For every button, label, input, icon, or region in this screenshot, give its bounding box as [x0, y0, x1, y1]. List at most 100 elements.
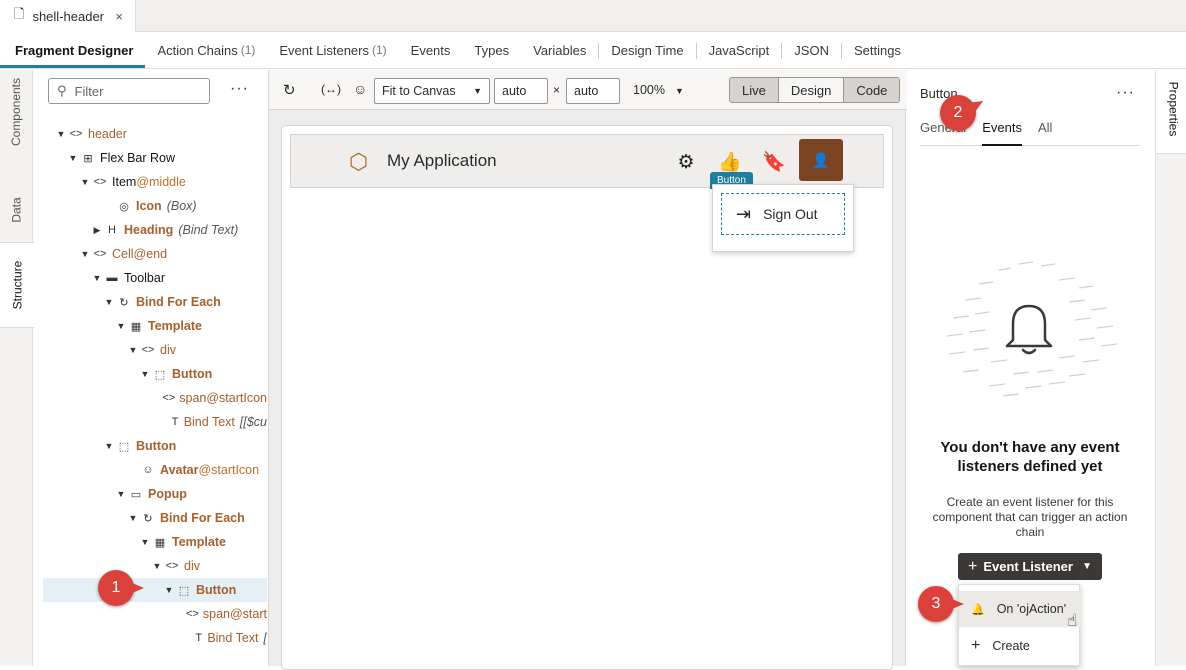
mode-live-button[interactable]: Live — [730, 78, 778, 102]
rail-tab-properties[interactable]: Properties — [1156, 70, 1186, 154]
tree-row[interactable]: ▼▦Template — [34, 530, 267, 554]
node-icon: ↻ — [116, 296, 132, 309]
app-header-preview: ⬡ My Application ⚙ 👍 🔖 👤 — [290, 134, 884, 188]
variables-icon[interactable]: (↔) — [321, 82, 341, 96]
more-icon[interactable]: ··· — [1116, 84, 1135, 102]
tab-json[interactable]: JSON — [782, 32, 841, 68]
tree-row[interactable]: ▼⬚Button — [34, 362, 267, 386]
tree-row[interactable]: ▼⊞Flex Bar Row — [34, 146, 267, 170]
caret-icon[interactable]: ▼ — [138, 369, 152, 379]
mode-design-button[interactable]: Design — [778, 78, 843, 102]
menu-item-label: On 'ojAction' — [997, 602, 1066, 616]
node-icon: ▭ — [128, 488, 144, 501]
node-icon: <> — [68, 128, 84, 140]
rail-tab-data[interactable]: Data — [0, 170, 33, 250]
tab-design-time[interactable]: Design Time — [599, 32, 695, 68]
fit-to-canvas-select[interactable]: Fit to Canvas▼ — [374, 78, 490, 104]
caret-icon[interactable]: ▶ — [90, 225, 104, 236]
tree-row[interactable]: ▼▭Popup — [34, 482, 267, 506]
tree-row[interactable]: ▼⬚Button — [43, 578, 267, 602]
caret-icon[interactable]: ▼ — [150, 561, 164, 571]
tree-row[interactable]: TBind Text[[$cu — [34, 410, 267, 434]
menu-item-on-ojaction[interactable]: 🔔 On 'ojAction' ☝ — [959, 591, 1081, 627]
caret-icon[interactable]: ▼ — [162, 585, 176, 595]
person-icon[interactable]: ☺ — [353, 81, 367, 97]
tree-row[interactable]: ◎Icon(Box) — [34, 194, 267, 218]
tree-row[interactable]: ▼⬚Button — [34, 434, 267, 458]
tree-row[interactable]: ▼▬Toolbar — [34, 266, 267, 290]
tree-row[interactable]: ▼▦Template — [34, 314, 267, 338]
tab-all[interactable]: All — [1038, 120, 1052, 146]
sign-out-label: Sign Out — [763, 206, 817, 222]
tree-row[interactable]: <>span@start — [34, 602, 267, 626]
tree-row[interactable]: <>span@startIcon — [34, 386, 267, 410]
node-icon: <> — [162, 392, 175, 404]
tree-row[interactable]: ▼<>div — [34, 554, 267, 578]
add-event-listener-button[interactable]: + Event Listener ▼ — [958, 553, 1102, 580]
tree-row[interactable]: ▼↻ Bind For Each — [34, 290, 267, 314]
caret-icon[interactable]: ▼ — [90, 273, 104, 283]
tree-row-label: Bind For Each — [136, 295, 221, 309]
settings-icon[interactable]: ⚙ — [671, 147, 701, 177]
caret-icon[interactable]: ▼ — [126, 513, 140, 523]
zoom-select[interactable]: 100%▼ — [633, 83, 684, 97]
menu-item-label: Create — [992, 639, 1030, 653]
caret-icon[interactable]: ▼ — [66, 153, 80, 163]
caret-icon[interactable]: ▼ — [78, 249, 92, 259]
file-tab-label: shell-header — [32, 9, 104, 24]
caret-icon[interactable]: ▼ — [102, 297, 116, 307]
plus-icon: + — [968, 558, 977, 576]
tree-row[interactable]: ▼↻Bind For Each — [34, 506, 267, 530]
tree-row[interactable]: ▶HHeading(Bind Text) — [34, 218, 267, 242]
node-icon: <> — [92, 176, 108, 188]
height-input[interactable]: auto — [566, 78, 620, 104]
search-icon: ⚲ — [57, 83, 67, 99]
tab-events[interactable]: Events — [399, 32, 463, 68]
canvas-page: ⬡ My Application ⚙ 👍 🔖 👤 Button ⇥ Sign O… — [281, 125, 893, 670]
tab-event-listeners[interactable]: Event Listeners(1) — [267, 32, 398, 68]
refresh-icon[interactable]: ↻ — [283, 81, 296, 99]
close-icon[interactable]: × — [115, 9, 123, 24]
tab-events[interactable]: Events — [982, 120, 1022, 146]
caret-icon[interactable]: ▼ — [114, 321, 128, 331]
caret-icon[interactable]: ▼ — [54, 129, 68, 139]
mode-code-button[interactable]: Code — [843, 78, 899, 102]
file-tab[interactable]: 🗋 shell-header × — [0, 0, 136, 32]
tree-row[interactable]: ▼<>header — [34, 122, 267, 146]
menu-item-create[interactable]: + Create — [959, 628, 1081, 664]
more-icon[interactable]: ··· — [230, 80, 249, 98]
caret-icon[interactable]: ▼ — [102, 441, 116, 451]
tab-javascript[interactable]: JavaScript — [697, 32, 782, 68]
tab-types[interactable]: Types — [462, 32, 521, 68]
tree-row[interactable]: TBind Text[ — [34, 626, 267, 650]
filter-input[interactable]: ⚲ Filter — [48, 78, 210, 104]
caret-icon[interactable]: ▼ — [78, 177, 92, 187]
chevron-down-icon: ▼ — [473, 86, 482, 96]
tree-row-label: Button — [196, 583, 236, 597]
tree-row[interactable]: ▼<>Item@middle — [34, 170, 267, 194]
node-icon: T — [194, 632, 203, 644]
tree-row-label: div — [160, 343, 176, 357]
node-icon: ⊞ — [80, 152, 96, 165]
avatar-button[interactable]: 👤 — [799, 139, 843, 181]
rail-tab-components[interactable]: Components — [0, 70, 33, 154]
node-icon: ◎ — [116, 200, 132, 213]
rail-tab-structure[interactable]: Structure — [0, 242, 34, 328]
tab-variables[interactable]: Variables — [521, 32, 598, 68]
caret-icon[interactable]: ▼ — [114, 489, 128, 499]
node-icon: H — [104, 224, 120, 236]
caret-icon[interactable]: ▼ — [138, 537, 152, 547]
sign-out-button[interactable]: ⇥ Sign Out — [721, 193, 845, 235]
tree-row-label: Avatar — [160, 463, 198, 477]
tree-row[interactable]: ▼<>Cell@end — [34, 242, 267, 266]
tree-row[interactable]: ☺Avatar@startIcon — [34, 458, 267, 482]
tab-action-chains[interactable]: Action Chains(1) — [145, 32, 267, 68]
tree-row-label: Item — [112, 175, 136, 189]
tree-row-label: Cell@end — [112, 247, 167, 261]
caret-icon[interactable]: ▼ — [126, 345, 140, 355]
tree-row[interactable]: ▼<>div — [34, 338, 267, 362]
tab-fragment-designer[interactable]: Fragment Designer — [0, 32, 145, 68]
width-input[interactable]: auto — [494, 78, 548, 104]
bookmark-icon[interactable]: 🔖 — [759, 147, 789, 177]
tab-settings[interactable]: Settings — [842, 32, 913, 68]
